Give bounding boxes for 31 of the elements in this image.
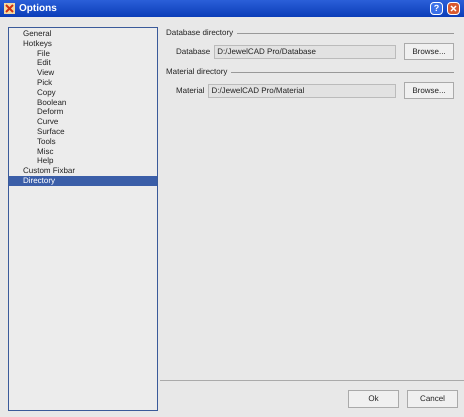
tree-item[interactable]: Copy xyxy=(9,88,157,98)
tree-item[interactable]: General xyxy=(9,29,157,39)
tree-item[interactable]: Pick xyxy=(9,78,157,88)
browse-button[interactable]: Browse... xyxy=(404,43,454,60)
tree-item[interactable]: Boolean xyxy=(9,98,157,108)
field-label: Material xyxy=(176,84,204,96)
dialog-button[interactable]: Cancel xyxy=(407,390,458,408)
tree-item[interactable]: Deform xyxy=(9,107,157,118)
tree-item[interactable]: File xyxy=(9,48,157,58)
tree-item[interactable]: Curve xyxy=(9,117,157,127)
tree-item[interactable]: View xyxy=(9,68,157,78)
app-icon xyxy=(4,3,15,14)
help-button[interactable]: ? xyxy=(430,2,443,15)
tree-item[interactable]: Misc xyxy=(9,146,157,156)
tree-item[interactable]: Help xyxy=(9,156,157,166)
close-icon xyxy=(450,5,457,12)
tree-item[interactable]: Tools xyxy=(9,136,157,147)
group-title: Database directory xyxy=(166,27,234,39)
path-field[interactable]: D:/JewelCAD Pro/Material xyxy=(208,84,396,98)
tree-item[interactable]: Surface xyxy=(9,126,157,137)
tree-item[interactable]: Directory xyxy=(9,176,157,186)
field-label: Database xyxy=(176,46,210,58)
browse-button[interactable]: Browse... xyxy=(404,82,454,99)
close-button[interactable] xyxy=(447,2,460,15)
tree-item[interactable]: Hotkeys xyxy=(9,38,157,49)
window-title: Options xyxy=(19,2,58,16)
group-title: Material directory xyxy=(166,66,228,78)
path-field[interactable]: D:/JewelCAD Pro/Database xyxy=(214,44,396,58)
tree-item[interactable]: Edit xyxy=(9,58,157,68)
tree-item[interactable]: Custom Fixbar xyxy=(9,166,157,176)
dialog-button[interactable]: Ok xyxy=(348,390,399,408)
